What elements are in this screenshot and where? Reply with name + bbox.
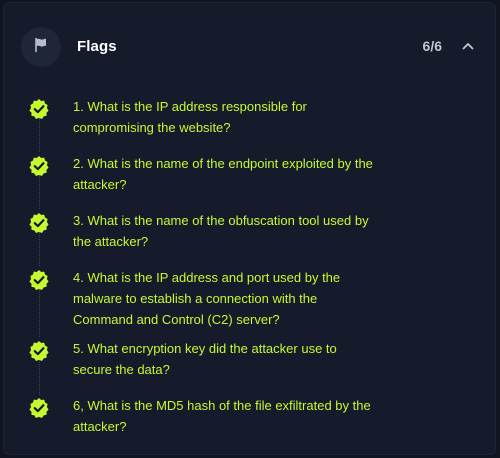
- flag-question: 5. What encryption key did the attacker …: [73, 341, 337, 377]
- flag-question: 4. What is the IP address and port used …: [73, 270, 341, 327]
- check-badge-icon: [29, 213, 49, 233]
- flag-question: 1. What is the IP address responsible fo…: [73, 99, 307, 135]
- connector-line: [39, 118, 40, 152]
- check-badge-icon: [29, 99, 49, 119]
- check-badge-icon: [29, 156, 49, 176]
- flags-list: 1. What is the IP address responsible fo…: [4, 3, 495, 454]
- connector-line: [39, 175, 40, 209]
- check-badge-icon: [29, 398, 49, 418]
- connector-line: [39, 360, 40, 395]
- flag-question: 2. What is the name of the endpoint expl…: [73, 156, 373, 192]
- connector-line: [39, 289, 40, 337]
- connector-line: [39, 232, 40, 266]
- flags-panel: Flags 6/6 1. What is the IP address resp…: [3, 2, 496, 455]
- check-badge-icon: [29, 341, 49, 361]
- flag-question: 6, What is the MD5 hash of the file exfi…: [73, 398, 371, 434]
- check-badge-icon: [29, 270, 49, 290]
- flag-question: 3. What is the name of the obfuscation t…: [73, 213, 369, 249]
